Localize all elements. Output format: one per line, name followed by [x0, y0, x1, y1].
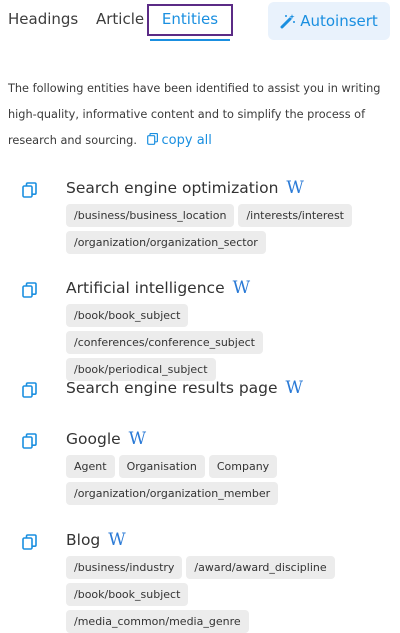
entity-tags: /business/industry/award/award_disciplin… [66, 556, 366, 633]
copy-icon[interactable] [22, 182, 37, 198]
entity-name-text: Artificial intelligence [66, 279, 225, 297]
entity-tags: /book/book_subject/conferences/conferenc… [66, 304, 366, 381]
entity-tag[interactable]: Company [208, 455, 278, 478]
wikipedia-icon[interactable]: W [108, 530, 125, 550]
copy-icon[interactable] [22, 433, 37, 449]
tab-bar: Headings Article Entities Autoinsert [0, 0, 400, 44]
entity-name: Blog W [66, 530, 126, 550]
entity-tag[interactable]: /conferences/conference_subject [66, 331, 263, 354]
entity-tags: /business/business_location/interests/in… [66, 204, 366, 254]
wikipedia-icon[interactable]: W [129, 429, 146, 449]
entity-tag[interactable]: /book/book_subject [66, 583, 189, 606]
entity-tag[interactable]: /interests/interest [238, 204, 352, 227]
intro-paragraph: The following entities have been identif… [8, 76, 390, 154]
entity-name-text: Blog [66, 531, 101, 549]
wikipedia-icon[interactable]: W [286, 378, 303, 398]
entity-tag[interactable]: /award/award_discipline [186, 556, 335, 579]
entity-tag[interactable]: /business/industry [66, 556, 183, 579]
entity-name: Search engine results page W [66, 378, 303, 398]
active-tab-underline [150, 39, 230, 41]
wikipedia-icon[interactable]: W [233, 278, 250, 298]
entity-name: Google W [66, 429, 146, 449]
autoinsert-button[interactable]: Autoinsert [268, 2, 390, 40]
tab-headings[interactable]: Headings [8, 10, 78, 28]
entity-name-text: Search engine results page [66, 379, 278, 397]
tab-article[interactable]: Article [96, 10, 144, 28]
copy-icon[interactable] [22, 534, 37, 550]
entity-tags: Agent Organisation Company/organization/or… [66, 455, 366, 505]
entity-name-text: Google [66, 430, 121, 448]
wikipedia-icon[interactable]: W [286, 178, 303, 198]
autoinsert-label: Autoinsert [300, 12, 378, 30]
entity-tag[interactable]: Agent [66, 455, 115, 478]
entity-tag[interactable]: /organization/organization_sector [66, 231, 266, 254]
entity-tag[interactable]: /media_common/media_genre [66, 610, 249, 633]
entity-name: Search engine optimization W [66, 178, 304, 198]
tab-entities[interactable]: Entities [147, 4, 233, 36]
copy-all-link[interactable]: copy all [146, 132, 212, 148]
copy-all-label: copy all [161, 133, 212, 148]
entity-tag[interactable]: /book/book_subject [66, 304, 189, 327]
copy-icon [146, 132, 158, 145]
copy-icon[interactable] [22, 282, 37, 298]
entity-name: Artificial intelligence W [66, 278, 250, 298]
entity-tag[interactable]: /business/business_location [66, 204, 235, 227]
magic-wand-icon [280, 14, 296, 29]
copy-icon[interactable] [22, 382, 37, 398]
entity-tag[interactable]: Organisation [118, 455, 205, 478]
entity-tag[interactable]: /organization/organization_member [66, 482, 279, 505]
entity-name-text: Search engine optimization [66, 179, 279, 197]
